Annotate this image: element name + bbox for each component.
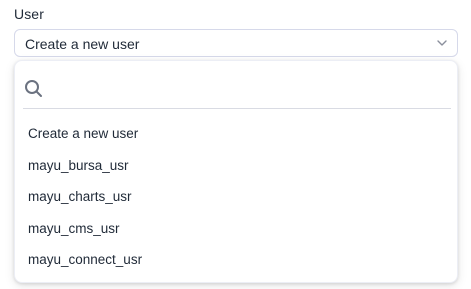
option-create-new-user[interactable]: Create a new user (15, 118, 457, 150)
dropdown-search-row (23, 61, 451, 109)
option-mayu-connect-usr[interactable]: mayu_connect_usr (15, 244, 457, 276)
dropdown-search-input[interactable] (51, 75, 445, 101)
option-list: Create a new user mayu_bursa_usr mayu_ch… (15, 118, 457, 276)
user-field-label: User (14, 6, 44, 22)
user-select-value: Create a new user (25, 36, 140, 52)
chevron-down-icon[interactable] (435, 36, 449, 50)
option-mayu-bursa-usr[interactable]: mayu_bursa_usr (15, 150, 457, 182)
option-mayu-cms-usr[interactable]: mayu_cms_usr (15, 213, 457, 245)
user-select-screen: User Create a new user Create a new user… (0, 0, 471, 289)
search-icon (25, 80, 42, 97)
user-select[interactable]: Create a new user (14, 29, 458, 57)
option-mayu-charts-usr[interactable]: mayu_charts_usr (15, 181, 457, 213)
user-dropdown-panel: Create a new user mayu_bursa_usr mayu_ch… (14, 60, 458, 283)
